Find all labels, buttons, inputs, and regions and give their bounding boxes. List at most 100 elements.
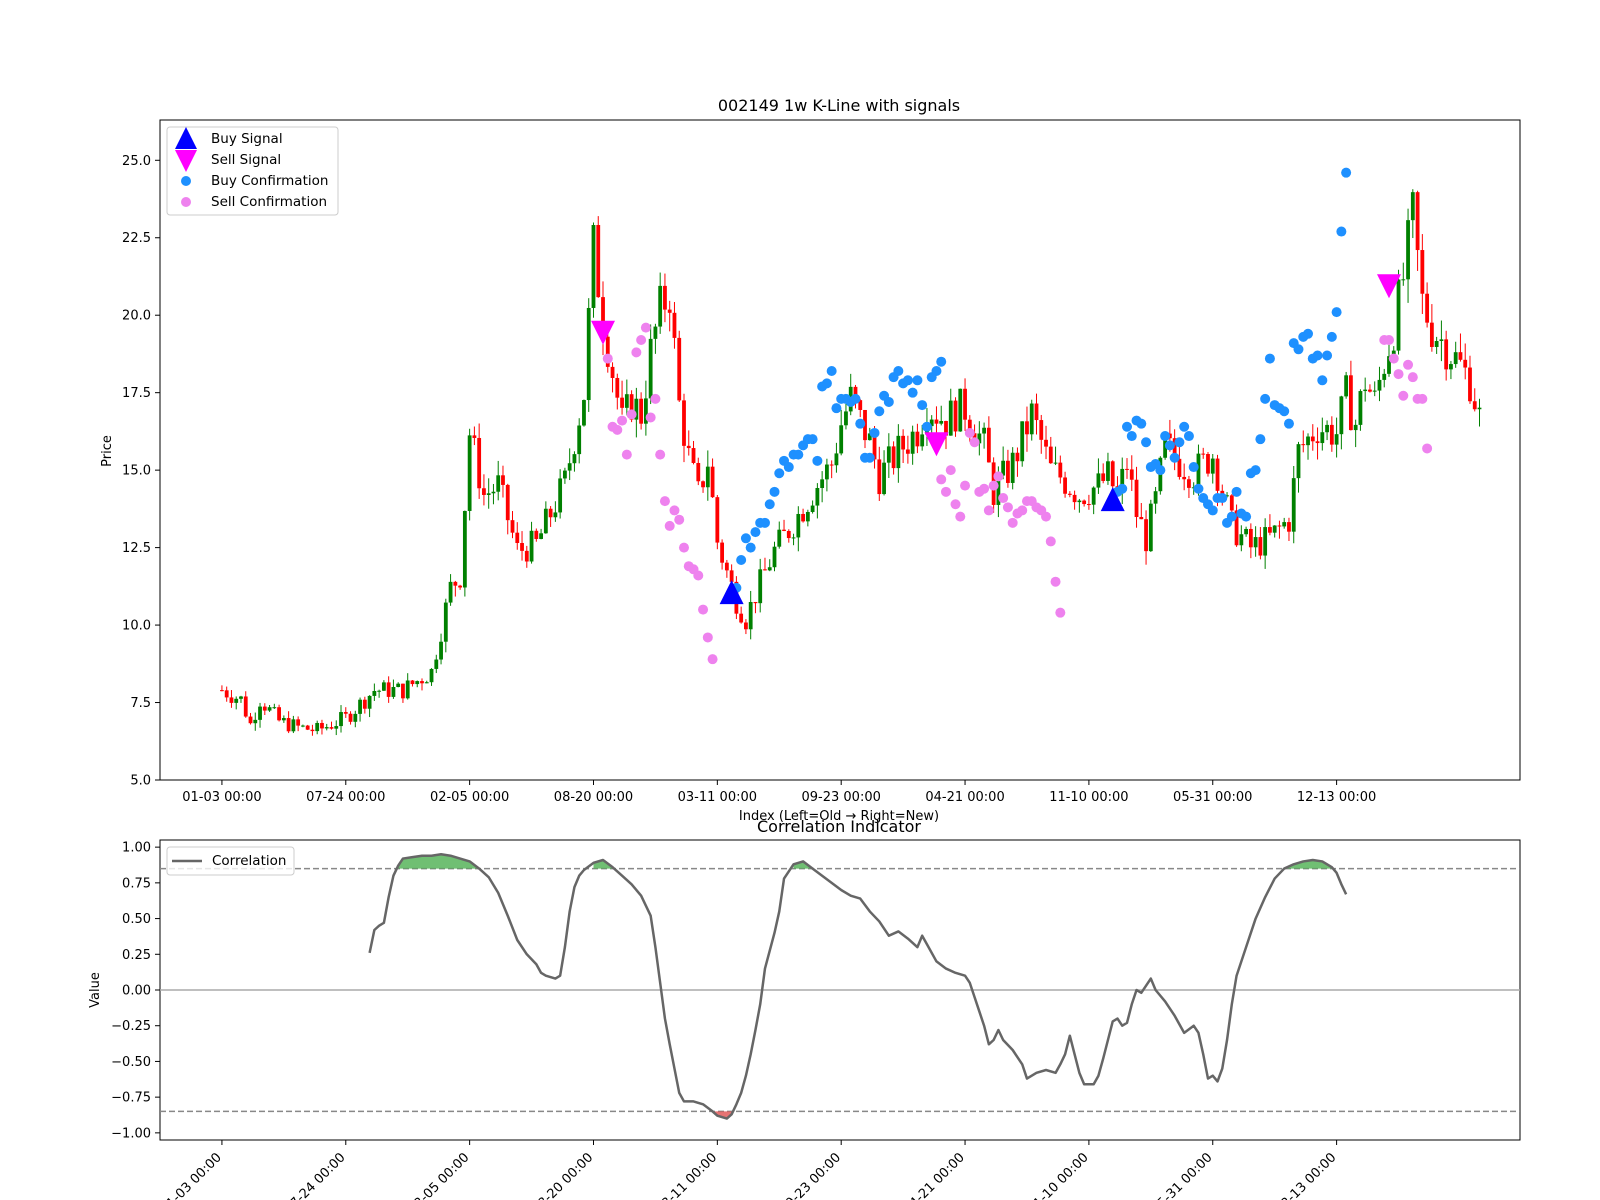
legend-sell-confirmation-label: Sell Confirmation	[211, 194, 327, 210]
candle-body	[582, 400, 586, 426]
candle-body	[310, 729, 315, 732]
candle-body	[229, 697, 234, 703]
candle-body	[1287, 522, 1291, 532]
price-y-tick-label: 5.0	[130, 774, 151, 789]
candle-body	[301, 725, 305, 727]
candle-body	[653, 326, 658, 339]
candle-body	[1082, 500, 1087, 505]
candle-body	[305, 725, 310, 730]
buy-confirmation-point	[864, 452, 875, 463]
sell-confirmation-point	[988, 480, 999, 491]
candle-body	[1101, 473, 1106, 481]
candle-body	[1086, 504, 1091, 506]
candle-body	[724, 562, 729, 571]
buy-confirmation-point	[1260, 393, 1271, 404]
legend-sell-signal-label: Sell Signal	[211, 152, 281, 168]
sell-confirmation-point	[950, 499, 961, 510]
legend-buy-confirmation-label: Buy Confirmation	[211, 173, 328, 189]
candle-body	[920, 434, 925, 447]
correlation-x-tick-label: 04-21 00:00	[901, 1150, 968, 1200]
correlation-threshold-fills	[398, 854, 1332, 1119]
sell-confirmation-point	[612, 424, 623, 435]
candle-body	[558, 478, 563, 513]
candle-body	[272, 707, 277, 709]
sell-confirmation-point	[626, 409, 637, 420]
candle-body	[1282, 522, 1287, 527]
buy-confirmation-point	[1179, 421, 1190, 432]
price-y-tick-label: 22.5	[122, 231, 151, 246]
buy-confirmation-point	[821, 378, 832, 389]
candle-body	[239, 696, 243, 699]
price-x-tick-label: 12-13 00:00	[1297, 790, 1376, 805]
buy-confirmation-point	[1255, 434, 1266, 445]
candle-body	[358, 699, 362, 714]
candle-body	[1044, 439, 1048, 447]
candle-body	[915, 431, 920, 447]
candle-body	[1177, 458, 1182, 477]
candle-body	[386, 682, 391, 697]
price-y-ticks: 5.0 7.5 10.0 12.5 15.0 17.5 20.0 22.5 25.0	[122, 154, 160, 789]
buy-confirmation-point	[921, 421, 932, 432]
candle-body	[663, 285, 667, 310]
buy-confirmation-point	[1164, 440, 1175, 451]
candle-body	[1006, 460, 1010, 483]
candle-body	[1325, 424, 1329, 433]
candle-body	[491, 491, 496, 494]
candle-body	[1401, 279, 1406, 281]
sell-confirmation-point	[707, 654, 718, 665]
candle-body	[534, 530, 539, 539]
candle-body	[1434, 341, 1439, 347]
buy-confirmation-point	[1136, 418, 1147, 429]
buy-confirmation-point	[883, 396, 894, 407]
buy-confirmation-point	[1117, 483, 1128, 494]
candle-body	[1415, 192, 1420, 251]
candle-body	[658, 285, 663, 327]
buy-confirmation-point	[764, 499, 775, 510]
candle-body	[553, 512, 558, 518]
sell-confirmation-point	[993, 471, 1004, 482]
candle-body	[453, 581, 458, 586]
candle-body	[801, 513, 805, 522]
legend-buy-signal-label: Buy Signal	[211, 131, 283, 147]
correlation-y-tick-label: 0.00	[122, 984, 151, 999]
candle-body	[1439, 339, 1444, 342]
candle-body	[986, 427, 991, 463]
sell-confirmation-point	[936, 474, 947, 485]
candle-body	[1468, 367, 1472, 402]
price-x-tick-label: 11-10 00:00	[1049, 790, 1128, 805]
legend-correlation-label: Correlation	[212, 853, 286, 869]
candle-body	[1425, 293, 1430, 323]
candle-body	[1034, 403, 1039, 421]
candle-body	[515, 532, 520, 544]
correlation-x-tick-label: 05-31 00:00	[1149, 1150, 1216, 1200]
candle-body	[1025, 421, 1029, 435]
sell-confirmation-point	[1403, 359, 1414, 370]
candle-body	[343, 712, 348, 714]
sell-confirmation-point	[1002, 502, 1013, 513]
sell-confirmation-point	[1017, 505, 1028, 516]
buy-confirmation-point	[1174, 437, 1185, 448]
candle-body	[701, 481, 705, 488]
candle-body	[315, 722, 320, 732]
candle-body	[791, 537, 796, 539]
price-x-tick-label: 02-05 00:00	[430, 790, 509, 805]
buy-confirmation-point	[783, 462, 794, 473]
buy-confirmation-point	[759, 517, 770, 528]
candle-body	[401, 683, 405, 699]
candle-body	[1368, 389, 1372, 392]
candle-body	[353, 713, 358, 722]
sell-confirmation-point	[964, 427, 975, 438]
buy-confirmation-point	[1336, 226, 1347, 237]
price-x-tick-label: 07-24 00:00	[306, 790, 385, 805]
candle-body	[1382, 373, 1387, 380]
candle-body	[529, 530, 534, 562]
buy-confirmation-point	[931, 365, 942, 376]
buy-confirmation-point	[1155, 465, 1166, 476]
buy-confirmation-point	[1312, 350, 1323, 361]
sell-confirmation-point	[983, 505, 994, 516]
candle-body	[1310, 436, 1315, 442]
candle-body	[220, 690, 224, 692]
price-panel: 002149 1w K-Line with signals 5.0 7.5 10.0…	[100, 96, 1521, 824]
correlation-y-tick-label: 0.25	[122, 948, 151, 963]
buy-confirmation-point	[1226, 511, 1237, 522]
